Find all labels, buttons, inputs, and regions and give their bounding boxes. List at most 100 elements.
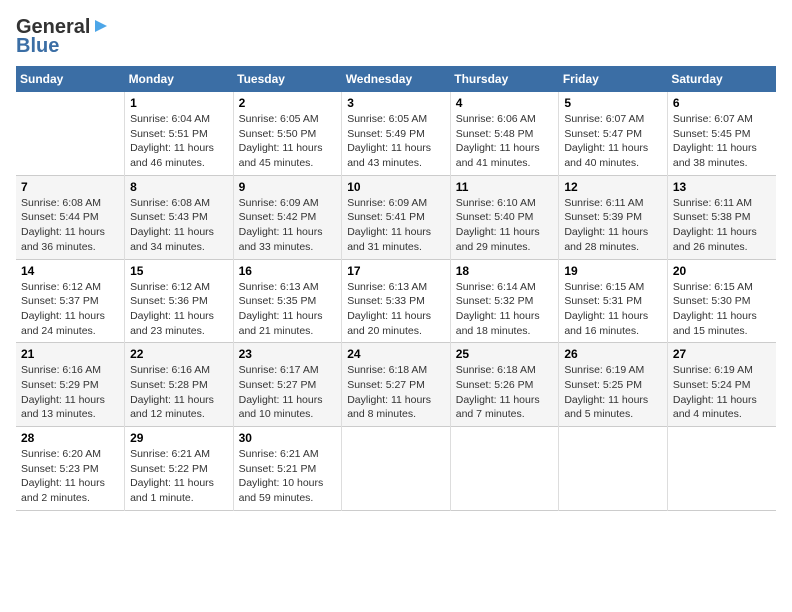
calendar-cell: 14 Sunrise: 6:12 AM Sunset: 5:37 PM Dayli… xyxy=(16,259,125,343)
day-info: Sunrise: 6:19 AM Sunset: 5:25 PM Dayligh… xyxy=(564,363,662,422)
day-number: 21 xyxy=(21,347,119,361)
calendar-cell xyxy=(450,427,559,511)
calendar-cell: 22Sunrise: 6:16 AM Sunset: 5:28 PM Dayli… xyxy=(125,343,234,427)
calendar-cell: 29 Sunrise: 6:21 AM Sunset: 5:22 PM Dayli… xyxy=(125,427,234,511)
calendar-header-monday: Monday xyxy=(125,66,234,92)
day-number: 19 xyxy=(564,264,662,278)
day-number: 28 xyxy=(21,431,119,445)
calendar-cell: 11Sunrise: 6:10 AM Sunset: 5:40 PM Dayli… xyxy=(450,175,559,259)
day-info: Sunrise: 6:05 AM Sunset: 5:49 PM Dayligh… xyxy=(347,112,445,171)
day-info: Sunrise: 6:13 AM Sunset: 5:35 PM Dayligh… xyxy=(239,280,337,339)
day-info: Sunrise: 6:09 AM Sunset: 5:42 PM Dayligh… xyxy=(239,196,337,255)
calendar-cell: 2Sunrise: 6:05 AM Sunset: 5:50 PM Daylig… xyxy=(233,92,342,175)
calendar-header-friday: Friday xyxy=(559,66,668,92)
day-number: 25 xyxy=(456,347,554,361)
day-info: Sunrise: 6:12 AM Sunset: 5:37 PM Dayligh… xyxy=(21,280,119,339)
day-number: 3 xyxy=(347,96,445,110)
day-number: 9 xyxy=(239,180,337,194)
day-info: Sunrise: 6:08 AM Sunset: 5:43 PM Dayligh… xyxy=(130,196,228,255)
calendar-header-sunday: Sunday xyxy=(16,66,125,92)
day-info: Sunrise: 6:07 AM Sunset: 5:45 PM Dayligh… xyxy=(673,112,771,171)
calendar-cell: 28 Sunrise: 6:20 AM Sunset: 5:23 PM Dayli… xyxy=(16,427,125,511)
calendar-cell: 21 Sunrise: 6:16 AM Sunset: 5:29 PM Dayli… xyxy=(16,343,125,427)
calendar-cell: 27 Sunrise: 6:19 AM Sunset: 5:24 PM Dayli… xyxy=(667,343,776,427)
calendar-week-row: 7Sunrise: 6:08 AM Sunset: 5:44 PM Daylig… xyxy=(16,175,776,259)
calendar-cell: 19 Sunrise: 6:15 AM Sunset: 5:31 PM Dayli… xyxy=(559,259,668,343)
calendar-cell: 6 Sunrise: 6:07 AM Sunset: 5:45 PM Daylig… xyxy=(667,92,776,175)
day-number: 1 xyxy=(130,96,228,110)
day-number: 15 xyxy=(130,264,228,278)
day-number: 20 xyxy=(673,264,771,278)
day-info: Sunrise: 6:20 AM Sunset: 5:23 PM Dayligh… xyxy=(21,447,119,506)
calendar-header-row: SundayMondayTuesdayWednesdayThursdayFrid… xyxy=(16,66,776,92)
day-number: 14 xyxy=(21,264,119,278)
day-info: Sunrise: 6:15 AM Sunset: 5:31 PM Dayligh… xyxy=(564,280,662,339)
calendar-cell: 13Sunrise: 6:11 AM Sunset: 5:38 PM Dayli… xyxy=(667,175,776,259)
calendar-cell: 18 Sunrise: 6:14 AM Sunset: 5:32 PM Dayli… xyxy=(450,259,559,343)
day-number: 10 xyxy=(347,180,445,194)
day-number: 29 xyxy=(130,431,228,445)
day-number: 27 xyxy=(673,347,771,361)
calendar-cell xyxy=(342,427,451,511)
day-number: 17 xyxy=(347,264,445,278)
calendar-cell: 16 Sunrise: 6:13 AM Sunset: 5:35 PM Dayli… xyxy=(233,259,342,343)
day-info: Sunrise: 6:11 AM Sunset: 5:39 PM Dayligh… xyxy=(564,196,662,255)
day-info: Sunrise: 6:16 AM Sunset: 5:29 PM Dayligh… xyxy=(21,363,119,422)
day-info: Sunrise: 6:15 AM Sunset: 5:30 PM Dayligh… xyxy=(673,280,771,339)
calendar-week-row: 21 Sunrise: 6:16 AM Sunset: 5:29 PM Dayli… xyxy=(16,343,776,427)
day-info: Sunrise: 6:08 AM Sunset: 5:44 PM Dayligh… xyxy=(21,196,119,255)
day-number: 13 xyxy=(673,180,771,194)
day-number: 16 xyxy=(239,264,337,278)
calendar-cell: 10 Sunrise: 6:09 AM Sunset: 5:41 PM Dayli… xyxy=(342,175,451,259)
day-number: 26 xyxy=(564,347,662,361)
day-info: Sunrise: 6:19 AM Sunset: 5:24 PM Dayligh… xyxy=(673,363,771,422)
day-info: Sunrise: 6:14 AM Sunset: 5:32 PM Dayligh… xyxy=(456,280,554,339)
day-info: Sunrise: 6:13 AM Sunset: 5:33 PM Dayligh… xyxy=(347,280,445,339)
calendar-week-row: 14 Sunrise: 6:12 AM Sunset: 5:37 PM Dayli… xyxy=(16,259,776,343)
day-number: 5 xyxy=(564,96,662,110)
day-info: Sunrise: 6:09 AM Sunset: 5:41 PM Dayligh… xyxy=(347,196,445,255)
calendar-cell: 8Sunrise: 6:08 AM Sunset: 5:43 PM Daylig… xyxy=(125,175,234,259)
day-info: Sunrise: 6:06 AM Sunset: 5:48 PM Dayligh… xyxy=(456,112,554,171)
day-info: Sunrise: 6:04 AM Sunset: 5:51 PM Dayligh… xyxy=(130,112,228,171)
calendar-cell: 3 Sunrise: 6:05 AM Sunset: 5:49 PM Daylig… xyxy=(342,92,451,175)
calendar-cell xyxy=(667,427,776,511)
calendar-cell xyxy=(559,427,668,511)
day-info: Sunrise: 6:12 AM Sunset: 5:36 PM Dayligh… xyxy=(130,280,228,339)
day-info: Sunrise: 6:21 AM Sunset: 5:21 PM Dayligh… xyxy=(239,447,337,506)
calendar-cell: 15 Sunrise: 6:12 AM Sunset: 5:36 PM Dayli… xyxy=(125,259,234,343)
calendar-table: SundayMondayTuesdayWednesdayThursdayFrid… xyxy=(16,66,776,511)
day-info: Sunrise: 6:21 AM Sunset: 5:22 PM Dayligh… xyxy=(130,447,228,506)
logo: General Blue xyxy=(16,16,111,58)
calendar-cell: 26 Sunrise: 6:19 AM Sunset: 5:25 PM Dayli… xyxy=(559,343,668,427)
logo-arrow-icon xyxy=(91,16,111,36)
day-number: 30 xyxy=(239,431,337,445)
day-number: 23 xyxy=(239,347,337,361)
calendar-header-saturday: Saturday xyxy=(667,66,776,92)
day-number: 11 xyxy=(456,180,554,194)
day-info: Sunrise: 6:17 AM Sunset: 5:27 PM Dayligh… xyxy=(239,363,337,422)
calendar-cell: 7Sunrise: 6:08 AM Sunset: 5:44 PM Daylig… xyxy=(16,175,125,259)
calendar-week-row: 28 Sunrise: 6:20 AM Sunset: 5:23 PM Dayli… xyxy=(16,427,776,511)
day-number: 12 xyxy=(564,180,662,194)
calendar-cell: 20 Sunrise: 6:15 AM Sunset: 5:30 PM Dayli… xyxy=(667,259,776,343)
calendar-cell: 9 Sunrise: 6:09 AM Sunset: 5:42 PM Daylig… xyxy=(233,175,342,259)
calendar-cell: 12 Sunrise: 6:11 AM Sunset: 5:39 PM Dayli… xyxy=(559,175,668,259)
calendar-cell: 23 Sunrise: 6:17 AM Sunset: 5:27 PM Dayli… xyxy=(233,343,342,427)
calendar-cell: 4 Sunrise: 6:06 AM Sunset: 5:48 PM Daylig… xyxy=(450,92,559,175)
calendar-header-wednesday: Wednesday xyxy=(342,66,451,92)
day-info: Sunrise: 6:18 AM Sunset: 5:26 PM Dayligh… xyxy=(456,363,554,422)
calendar-header-tuesday: Tuesday xyxy=(233,66,342,92)
calendar-cell: 17 Sunrise: 6:13 AM Sunset: 5:33 PM Dayli… xyxy=(342,259,451,343)
calendar-week-row: 1 Sunrise: 6:04 AM Sunset: 5:51 PM Daylig… xyxy=(16,92,776,175)
day-number: 6 xyxy=(673,96,771,110)
calendar-cell: 30 Sunrise: 6:21 AM Sunset: 5:21 PM Dayli… xyxy=(233,427,342,511)
day-number: 22 xyxy=(130,347,228,361)
calendar-cell: 25 Sunrise: 6:18 AM Sunset: 5:26 PM Dayli… xyxy=(450,343,559,427)
day-info: Sunrise: 6:07 AM Sunset: 5:47 PM Dayligh… xyxy=(564,112,662,171)
calendar-header-thursday: Thursday xyxy=(450,66,559,92)
day-number: 4 xyxy=(456,96,554,110)
calendar-cell: 5 Sunrise: 6:07 AM Sunset: 5:47 PM Daylig… xyxy=(559,92,668,175)
day-number: 2 xyxy=(239,96,337,110)
day-number: 18 xyxy=(456,264,554,278)
